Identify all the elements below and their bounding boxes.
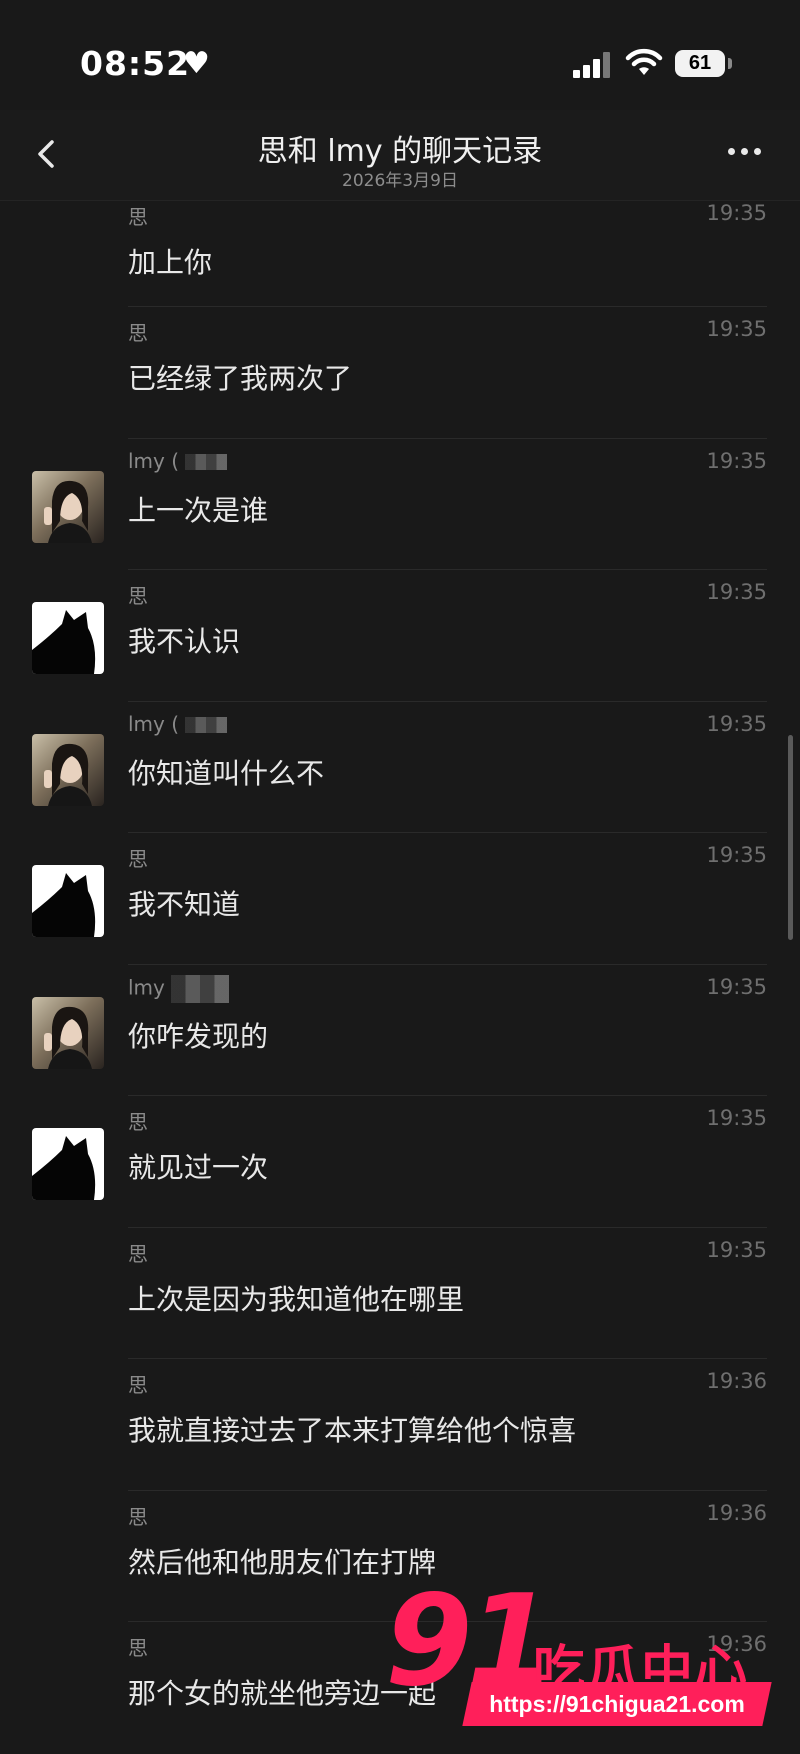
list-item[interactable]: 思 19:35 加上你	[0, 201, 800, 307]
list-item[interactable]: 思 19:35 就见过一次	[0, 1096, 800, 1228]
battery-indicator: 61	[675, 50, 725, 77]
avatar[interactable]	[32, 1128, 104, 1200]
sender-name: 思	[128, 1110, 148, 1134]
list-item[interactable]: 思 19:36 我就直接过去了本来打算给他个惊喜	[0, 1359, 800, 1491]
page-title: 思和 lmy 的聊天记录	[257, 134, 543, 169]
girl-avatar-image	[44, 480, 92, 543]
list-item[interactable]: 思 19:35 已经绿了我两次了	[0, 307, 800, 439]
message-time: 19:35	[706, 1106, 767, 1130]
sender-name: lmy (	[128, 712, 228, 736]
sender-name: lmy	[128, 974, 229, 1003]
redaction-mosaic	[185, 454, 228, 470]
message-time: 19:35	[706, 448, 767, 473]
cellular-signal-icon	[573, 52, 613, 78]
avatar[interactable]	[32, 733, 104, 806]
message-text: 你咋发现的	[128, 1019, 269, 1053]
sender-name: 思	[128, 1241, 148, 1266]
redaction-mosaic	[185, 717, 228, 733]
message-text: 加上你	[128, 246, 213, 279]
sender-name: 思	[128, 584, 148, 608]
message-time: 19:35	[706, 711, 767, 736]
message-time: 19:36	[706, 1369, 767, 1393]
message-list[interactable]: 思 19:35 加上你 思 19:35 已经绿了我两次了 lmy ( 19:35…	[0, 201, 800, 1754]
black-cat-avatar-image	[32, 1136, 96, 1200]
message-text: 我就直接过去了本来打算给他个惊喜	[128, 1414, 577, 1447]
message-time: 19:35	[706, 974, 767, 999]
battery-cap	[728, 58, 732, 69]
sender-name: 思	[128, 205, 148, 229]
ellipsis-icon[interactable]	[728, 148, 764, 158]
heart-icon: ♥	[183, 46, 210, 81]
black-cat-avatar-image	[32, 610, 96, 674]
sender-name: 思	[128, 1504, 148, 1529]
message-text: 上次是因为我知道他在哪里	[128, 1282, 465, 1316]
message-text: 上一次是谁	[128, 493, 269, 527]
avatar[interactable]	[32, 470, 104, 543]
watermark-url: https://91chigua21.com	[489, 1691, 745, 1717]
message-time: 19:36	[706, 1500, 767, 1525]
message-time: 19:35	[706, 843, 767, 867]
sender-name: 思	[128, 847, 148, 871]
list-item[interactable]: 思 19:35 我不知道	[0, 833, 800, 965]
message-text: 就见过一次	[128, 1151, 269, 1184]
girl-avatar-image	[44, 743, 92, 806]
message-time: 19:35	[706, 201, 767, 225]
message-text: 我不认识	[128, 625, 241, 658]
sender-name: 思	[128, 1636, 148, 1660]
list-item[interactable]: 思 19:35 我不认识	[0, 570, 800, 702]
status-time: 08:52	[80, 44, 191, 83]
status-bar: 08:52 ♥ 61	[0, 0, 800, 120]
girl-avatar-image	[44, 1006, 92, 1069]
watermark: 91 吃瓜中心 https://91chigua21.com	[385, 1578, 785, 1728]
avatar[interactable]	[32, 865, 104, 937]
scrollbar[interactable]	[788, 735, 793, 940]
avatar[interactable]	[32, 602, 104, 674]
avatar[interactable]	[32, 996, 104, 1069]
message-text: 我不知道	[128, 888, 241, 921]
message-text: 你知道叫什么不	[128, 756, 325, 790]
redaction-mosaic	[170, 974, 229, 1003]
message-time: 19:35	[706, 580, 767, 604]
list-item[interactable]: 思 19:35 上次是因为我知道他在哪里	[0, 1228, 800, 1359]
message-time: 19:35	[706, 1237, 767, 1262]
message-text: 已经绿了我两次了	[128, 362, 353, 395]
list-item[interactable]: lmy 19:35 你咋发现的	[0, 965, 800, 1096]
wifi-icon	[625, 48, 663, 75]
page-subtitle: 2026年3月9日	[342, 171, 458, 191]
sender-name: lmy (	[128, 449, 228, 473]
watermark-url-banner: https://91chigua21.com	[462, 1682, 772, 1726]
message-time: 19:35	[706, 317, 767, 341]
list-item[interactable]: lmy ( 19:35 你知道叫什么不	[0, 702, 800, 833]
nav-bar: 思和 lmy 的聊天记录 2026年3月9日	[0, 110, 800, 201]
sender-name: 思	[128, 1373, 148, 1397]
list-item[interactable]: lmy ( 19:35 上一次是谁	[0, 439, 800, 570]
sender-name: 思	[128, 321, 148, 345]
black-cat-avatar-image	[32, 873, 96, 937]
